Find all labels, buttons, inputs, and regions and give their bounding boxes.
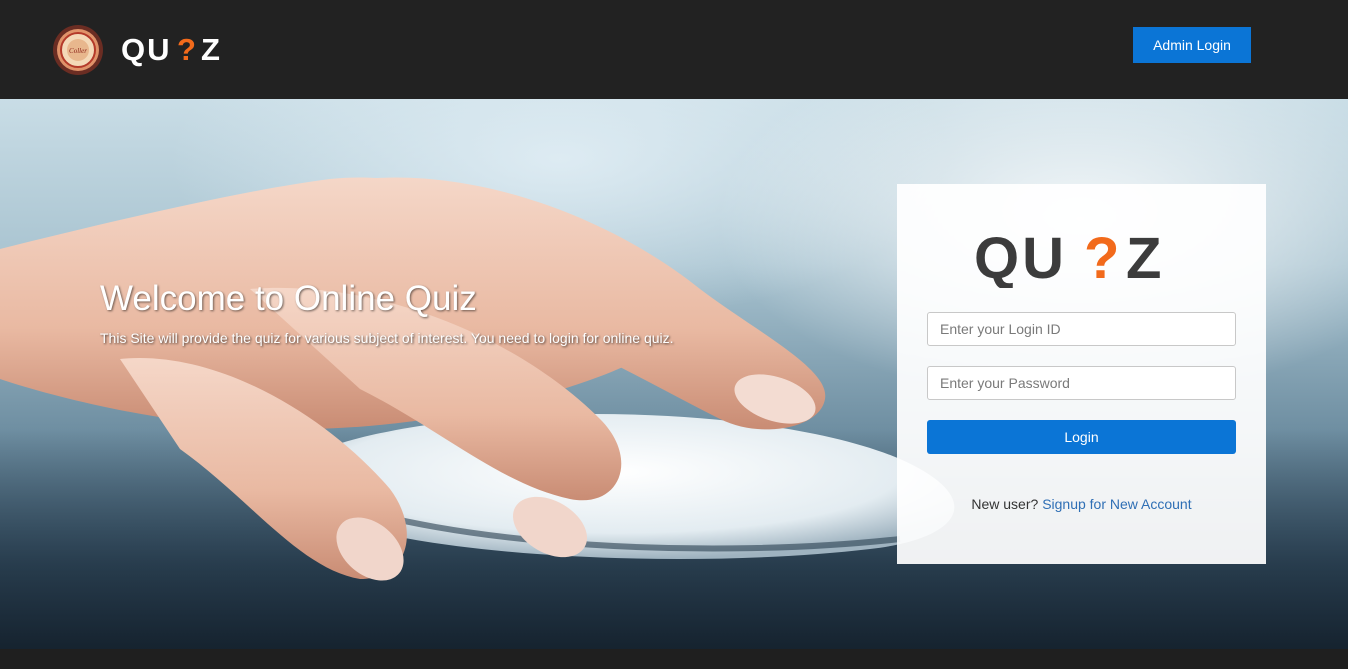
quiz-logo-large: QU ? Z xyxy=(974,224,1186,291)
svg-text:?: ? xyxy=(177,32,196,67)
signup-link[interactable]: Signup for New Account xyxy=(1042,496,1191,512)
login-button[interactable]: Login xyxy=(927,420,1236,454)
password-input[interactable] xyxy=(927,366,1236,400)
quiz-logo-small[interactable]: QU ? Z xyxy=(121,31,237,67)
footer-bar xyxy=(0,649,1348,669)
welcome-subtitle: This Site will provide the quiz for vari… xyxy=(100,330,674,346)
svg-text:?: ? xyxy=(1084,226,1119,288)
login-id-input[interactable] xyxy=(927,312,1236,346)
college-emblem-logo: Coller xyxy=(52,24,104,76)
top-navbar: Coller QU ? Z Admin Login xyxy=(0,0,1348,99)
signup-prompt: New user? Signup for New Account xyxy=(897,496,1266,512)
svg-text:QU: QU xyxy=(974,226,1067,288)
svg-text:QU: QU xyxy=(121,32,172,67)
new-user-label: New user? xyxy=(971,496,1039,512)
welcome-heading: Welcome to Online Quiz xyxy=(100,279,477,318)
svg-text:Coller: Coller xyxy=(69,47,87,55)
svg-text:Z: Z xyxy=(1126,226,1161,288)
login-card: QU ? Z Login New user? Signup for New Ac… xyxy=(897,184,1266,564)
svg-text:Z: Z xyxy=(201,32,220,67)
admin-login-button[interactable]: Admin Login xyxy=(1133,27,1251,63)
